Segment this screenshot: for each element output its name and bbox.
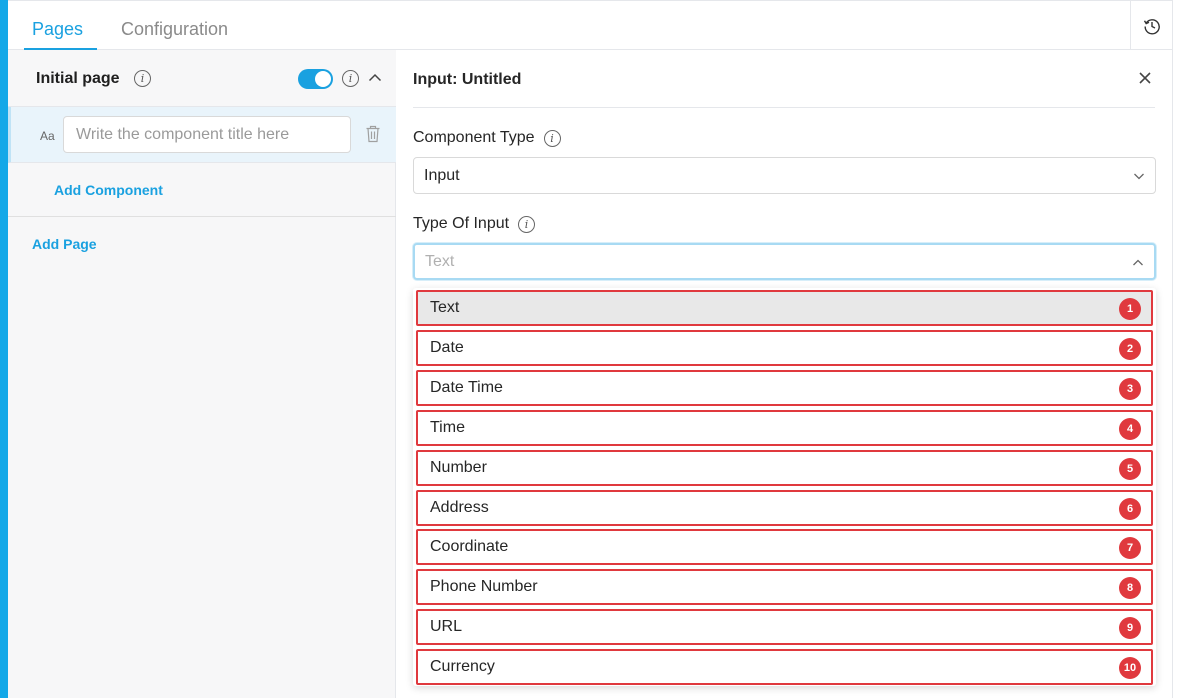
- history-icon: [1143, 19, 1160, 35]
- page-header[interactable]: Initial page i i: [8, 50, 396, 107]
- info-icon[interactable]: i: [518, 215, 536, 233]
- add-page-link[interactable]: Add Page: [32, 236, 97, 252]
- left-accent-bar: [0, 0, 8, 698]
- top-tab-bar: Pages Configuration: [8, 0, 1172, 51]
- option-label: Time: [430, 419, 465, 436]
- option-currency[interactable]: Currency 10: [416, 649, 1153, 685]
- component-settings-panel: Input: Untitled Component Type i Input T…: [397, 50, 1172, 698]
- option-coordinate[interactable]: Coordinate 7: [416, 529, 1153, 565]
- option-badge: 1: [1119, 298, 1141, 320]
- type-of-input-label-text: Type Of Input: [413, 215, 510, 232]
- info-icon[interactable]: i: [543, 129, 561, 147]
- component-type-label: Component Type i: [413, 129, 561, 147]
- pages-panel: Initial page i i Aa Add Component Add Pa…: [8, 50, 396, 698]
- option-label: Currency: [430, 658, 495, 675]
- component-row: Aa: [8, 107, 396, 163]
- chevron-up-icon[interactable]: [368, 71, 382, 85]
- trash-icon[interactable]: [365, 125, 381, 143]
- option-text[interactable]: Text 1: [416, 290, 1153, 326]
- add-component-link[interactable]: Add Component: [54, 182, 163, 198]
- right-edge: [1172, 0, 1180, 698]
- option-label: URL: [430, 618, 463, 635]
- type-of-input-placeholder: Text: [425, 252, 455, 270]
- page-enabled-toggle[interactable]: [298, 69, 333, 89]
- option-label: Text: [430, 299, 460, 316]
- divider: [413, 107, 1155, 108]
- component-type-select[interactable]: Input: [413, 157, 1156, 194]
- component-type-label-text: Component Type: [413, 129, 535, 146]
- chevron-down-icon: [1134, 173, 1144, 180]
- tab-configuration[interactable]: Configuration: [121, 19, 228, 40]
- type-of-input-label: Type Of Input i: [413, 215, 536, 233]
- option-label: Number: [430, 459, 487, 476]
- type-of-input-select[interactable]: Text: [413, 243, 1156, 280]
- info-icon[interactable]: i: [134, 70, 151, 87]
- option-url[interactable]: URL 9: [416, 609, 1153, 645]
- option-label: Phone Number: [430, 578, 538, 595]
- option-label: Coordinate: [430, 538, 509, 555]
- component-title-input[interactable]: [63, 116, 351, 153]
- option-time[interactable]: Time 4: [416, 410, 1153, 446]
- text-type-icon: Aa: [40, 129, 55, 143]
- page-title: Initial page: [36, 70, 120, 87]
- option-phone-number[interactable]: Phone Number 8: [416, 569, 1153, 605]
- history-button[interactable]: [1130, 1, 1172, 51]
- option-badge: 7: [1119, 537, 1141, 559]
- option-address[interactable]: Address 6: [416, 490, 1153, 526]
- option-badge: 9: [1119, 617, 1141, 639]
- type-of-input-dropdown: Text 1 Date 2 Date Time 3 Time 4 Number …: [413, 288, 1156, 686]
- option-label: Date: [430, 339, 464, 356]
- chevron-up-icon: [1133, 259, 1143, 266]
- info-icon[interactable]: i: [342, 70, 359, 87]
- component-type-value: Input: [424, 166, 460, 184]
- option-label: Date Time: [430, 379, 503, 396]
- option-badge: 3: [1119, 378, 1141, 400]
- option-badge: 8: [1119, 577, 1141, 599]
- option-date[interactable]: Date 2: [416, 330, 1153, 366]
- option-badge: 4: [1119, 418, 1141, 440]
- option-badge: 5: [1119, 458, 1141, 480]
- tab-pages[interactable]: Pages: [32, 19, 83, 40]
- panel-title: Input: Untitled: [413, 71, 522, 88]
- option-date-time[interactable]: Date Time 3: [416, 370, 1153, 406]
- option-badge: 10: [1119, 657, 1141, 679]
- close-icon[interactable]: [1139, 72, 1151, 84]
- divider: [8, 216, 396, 217]
- option-badge: 2: [1119, 338, 1141, 360]
- option-badge: 6: [1119, 498, 1141, 520]
- option-number[interactable]: Number 5: [416, 450, 1153, 486]
- option-label: Address: [430, 499, 489, 516]
